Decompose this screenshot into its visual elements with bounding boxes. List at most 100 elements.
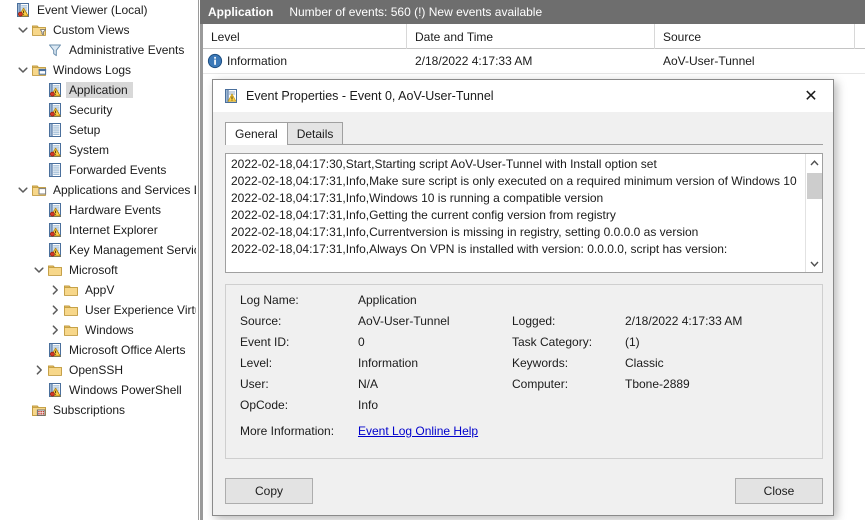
description-line: 2022-02-18,04:17:31,Info,Always On VPN i… <box>231 242 728 256</box>
description-scrollbar[interactable] <box>805 154 822 272</box>
metadata-value: Application <box>358 293 417 307</box>
log-warn-icon <box>46 342 63 358</box>
chevron-down-icon[interactable] <box>32 262 46 278</box>
tree-chevron-spacer <box>32 102 46 118</box>
event-list-rows[interactable]: Information 2/18/2022 4:17:33 AM AoV-User-… <box>203 49 865 74</box>
metadata-row: Source: AoV-User-Tunnel Logged: 2/18/2022 4… <box>240 314 810 335</box>
tree-item-administrative-events[interactable]: Administrative Events <box>0 40 198 60</box>
event-date-cell: 2/18/2022 4:17:33 AM <box>415 54 533 68</box>
copy-button[interactable]: Copy <box>225 478 313 504</box>
scroll-down-icon[interactable] <box>806 255 822 272</box>
event-description-text: 2022-02-18,04:17:30,Start,Starting scrip… <box>226 154 805 272</box>
tree-item-label: Setup <box>69 123 101 137</box>
tree-item-hardware-events[interactable]: Hardware Events <box>0 200 198 220</box>
dialog-close-button[interactable]: ✕ <box>789 80 833 112</box>
event-properties-dialog[interactable]: Event Properties - Event 0, AoV-User-Tun… <box>212 79 834 516</box>
column-header-blank[interactable] <box>855 24 865 49</box>
tree-item-setup[interactable]: Setup <box>0 120 198 140</box>
metadata-value: Info <box>358 398 379 412</box>
metadata-value: 0 <box>358 335 365 349</box>
tree-item-security[interactable]: Security <box>0 100 198 120</box>
metadata-key: User: <box>240 377 269 391</box>
tree-item-label: Microsoft Office Alerts <box>69 343 186 357</box>
chevron-right-icon[interactable] <box>48 282 62 298</box>
metadata-row: User: N/A Computer: Tbone-2889 <box>240 377 810 398</box>
tree-item-label: System <box>69 143 110 157</box>
log-header-bar: Application Number of events: 560 (!) Ne… <box>200 0 865 24</box>
chevron-right-icon[interactable] <box>32 362 46 378</box>
metadata-value: Classic <box>625 356 664 370</box>
tree-item-label: Forwarded Events <box>69 163 167 177</box>
tab-details[interactable]: Details <box>286 122 344 145</box>
tree-item-custom-views[interactable]: Custom Views <box>0 20 198 40</box>
column-header-source[interactable]: Source <box>655 24 855 49</box>
close-icon: ✕ <box>804 88 818 105</box>
tree-item-windows-logs[interactable]: Windows Logs <box>0 60 198 80</box>
event-list-column-headers[interactable]: Level Date and Time Source <box>203 24 865 49</box>
description-line: 2022-02-18,04:17:31,Info,Currentversion … <box>231 225 699 239</box>
metadata-row: Log Name: Application <box>240 293 810 314</box>
tree-item-windows[interactable]: Windows <box>0 320 198 340</box>
tree-item-label: Hardware Events <box>69 203 162 217</box>
tab-general[interactable]: General <box>225 122 288 145</box>
tree-item-subscriptions[interactable]: Subscriptions <box>0 400 198 420</box>
tree-item-openssh[interactable]: OpenSSH <box>0 360 198 380</box>
tree-chevron-spacer <box>32 162 46 178</box>
filter-icon <box>46 42 63 58</box>
console-tree-pane[interactable]: Event Viewer (Local) Custom Views Administ… <box>0 0 199 520</box>
chevron-down-icon[interactable] <box>16 182 30 198</box>
copy-button-label: Copy <box>254 484 283 498</box>
table-row[interactable]: Information 2/18/2022 4:17:33 AM AoV-User-… <box>203 49 865 74</box>
tree-item-windows-powershell[interactable]: Windows PowerShell <box>0 380 198 400</box>
dialog-tabstrip[interactable]: General Details <box>213 122 833 145</box>
metadata-value: Information <box>358 356 419 370</box>
scroll-up-icon[interactable] <box>806 154 822 171</box>
tree-item-applications-and-services-lo[interactable]: Applications and Services Lo <box>0 180 198 200</box>
tree-item-label: Key Management Service <box>69 243 196 257</box>
chevron-right-icon[interactable] <box>48 322 62 338</box>
tree-item-label: Administrative Events <box>69 43 185 57</box>
description-line: 2022-02-18,04:17:31,Info,Windows 10 is r… <box>231 191 604 205</box>
metadata-value: Tbone-2889 <box>625 377 690 391</box>
close-button[interactable]: Close <box>735 478 823 504</box>
event-level-text: Information <box>227 54 288 68</box>
folder-icon <box>62 282 79 298</box>
tree-item-microsoft-office-alerts[interactable]: Microsoft Office Alerts <box>0 340 198 360</box>
metadata-key: Keywords: <box>512 356 569 370</box>
tree-item-label: Security <box>69 103 113 117</box>
tree-item-application[interactable]: Application <box>0 80 198 100</box>
column-header-level[interactable]: Level <box>203 24 407 49</box>
tab-label: General <box>235 127 278 141</box>
tree-item-microsoft[interactable]: Microsoft <box>0 260 198 280</box>
event-metadata-grid: Log Name: Application Source: AoV-User-Tunn… <box>240 293 810 445</box>
metadata-row: Level: Information Keywords: Classic <box>240 356 810 377</box>
tree-item-label: Applications and Services Lo <box>53 183 196 197</box>
tree-item-internet-explorer[interactable]: Internet Explorer <box>0 220 198 240</box>
metadata-row: Event ID: 0 Task Category: (1) <box>240 335 810 356</box>
tree-item-label: Microsoft <box>69 263 118 277</box>
metadata-value: (1) <box>625 335 640 349</box>
tree-item-label: Subscriptions <box>53 403 126 417</box>
event-log-online-help-link[interactable]: Event Log Online Help <box>358 424 478 438</box>
tree-chevron-spacer <box>32 42 46 58</box>
tree-item-label: AppV <box>85 283 115 297</box>
tree-item-system[interactable]: System <box>0 140 198 160</box>
more-information-row: More Information: Event Log Online Help <box>240 424 810 445</box>
chevron-down-icon[interactable] <box>16 62 30 78</box>
tree-item-user-experience-virtu[interactable]: User Experience Virtu <box>0 300 198 320</box>
tree-chevron-spacer <box>32 382 46 398</box>
log-header-title: Application <box>208 5 274 19</box>
log-warn-icon <box>46 202 63 218</box>
description-line: 2022-02-18,04:17:30,Start,Starting scrip… <box>231 157 657 171</box>
event-description-box[interactable]: 2022-02-18,04:17:30,Start,Starting scrip… <box>225 153 823 273</box>
chevron-down-icon[interactable] <box>16 22 30 38</box>
chevron-right-icon[interactable] <box>48 302 62 318</box>
scrollbar-thumb[interactable] <box>807 173 822 199</box>
metadata-key: Source: <box>240 314 282 328</box>
column-header-date-and-time[interactable]: Date and Time <box>407 24 655 49</box>
tree-item-key-management-service[interactable]: Key Management Service <box>0 240 198 260</box>
more-information-label: More Information: <box>240 424 335 438</box>
tree-item-event-viewer-local[interactable]: Event Viewer (Local) <box>0 0 198 20</box>
tree-item-appv[interactable]: AppV <box>0 280 198 300</box>
tree-item-forwarded-events[interactable]: Forwarded Events <box>0 160 198 180</box>
